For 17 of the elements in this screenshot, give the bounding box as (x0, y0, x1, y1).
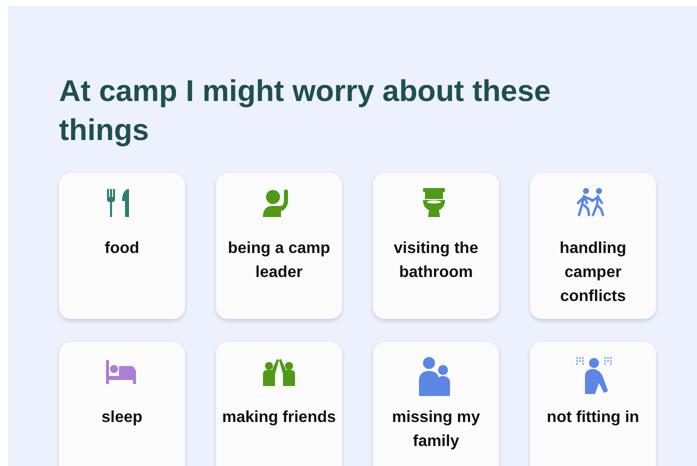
worry-card[interactable]: missing my family (373, 342, 499, 466)
worry-label: food (104, 239, 140, 259)
worry-card[interactable]: food (59, 173, 185, 319)
worry-label: sleep (100, 408, 144, 428)
worry-label: visiting the bathroom (392, 239, 480, 283)
worry-label: missing my family (390, 408, 482, 452)
worry-label: not fitting in (546, 408, 640, 428)
worry-card[interactable]: handling camper conflicts (530, 173, 656, 319)
worry-label: handling camper conflicts (558, 239, 628, 307)
page-title: At camp I might worry about these things (59, 74, 552, 149)
worry-card[interactable]: visiting the bathroom (373, 173, 499, 319)
worry-card[interactable]: sleep (59, 342, 185, 466)
worry-card[interactable]: not fitting in (530, 342, 656, 466)
worry-card[interactable]: making friends (216, 342, 342, 466)
worry-label: being a camp leader (226, 239, 332, 283)
worry-label: making friends (221, 408, 337, 428)
worry-card[interactable]: being a camp leader (216, 173, 342, 319)
